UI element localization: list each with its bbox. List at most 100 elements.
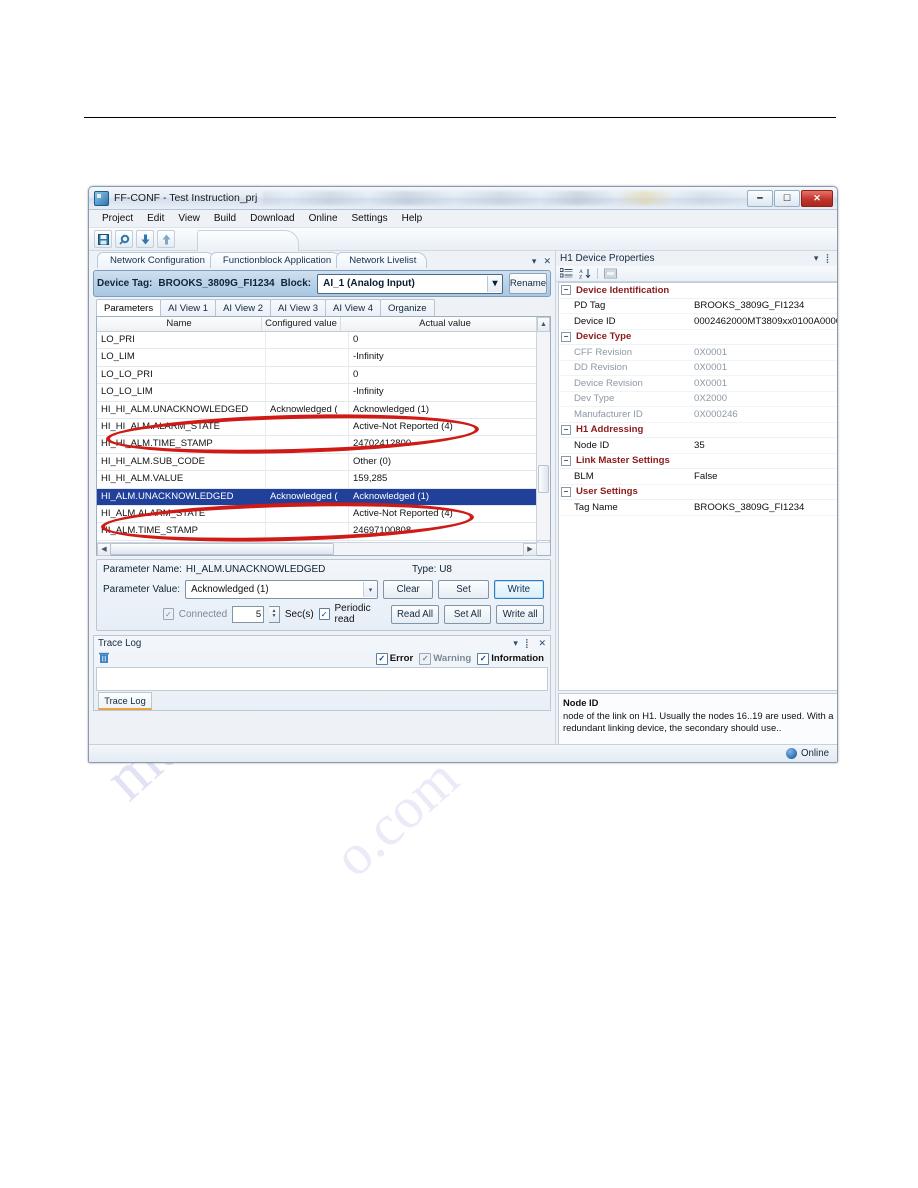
property-value[interactable]: 0002462000MT3809xx0100A00000: [692, 316, 837, 327]
table-row[interactable]: LO_PRI 0: [97, 332, 550, 350]
collapse-icon[interactable]: −: [561, 424, 571, 435]
clear-trace-button[interactable]: [98, 652, 110, 665]
categorized-view-button[interactable]: [559, 267, 574, 280]
pin-icon[interactable]: ⡇: [825, 253, 832, 264]
block-select[interactable]: AI_1 (Analog Input) ▾: [317, 273, 503, 294]
menu-item-help[interactable]: Help: [395, 212, 430, 225]
property-group-header[interactable]: − Link Master Settings: [559, 454, 837, 469]
table-row[interactable]: HI_ALM.ALARM_STATE Active-Not Reported (4…: [97, 505, 550, 524]
table-row[interactable]: LO_LIM -Infinity: [97, 349, 550, 367]
menu-item-build[interactable]: Build: [207, 212, 243, 225]
property-value[interactable]: False: [692, 471, 837, 482]
property-row[interactable]: Manufacturer ID 0X000246: [559, 407, 837, 423]
write-button[interactable]: Write: [493, 580, 545, 599]
upload-button[interactable]: [157, 230, 175, 248]
property-row[interactable]: PD Tag BROOKS_3809G_FI1234: [559, 299, 837, 314]
property-group-header[interactable]: − User Settings: [559, 485, 837, 500]
periodic-read-checkbox[interactable]: ✓: [318, 608, 330, 620]
tab-ai-view-2[interactable]: AI View 2: [215, 299, 272, 316]
save-button[interactable]: [94, 230, 112, 248]
property-group-header[interactable]: − H1 Addressing: [559, 423, 837, 438]
tab-ai-view-1[interactable]: AI View 1: [160, 299, 217, 316]
maximize-button[interactable]: ☐: [774, 189, 800, 207]
property-group-header[interactable]: − Device Identification: [559, 283, 837, 299]
scroll-left-button[interactable]: ◀: [97, 542, 111, 556]
property-value[interactable]: 0X000246: [692, 409, 837, 420]
tab-functionblock-application[interactable]: Functionblock Application: [209, 252, 343, 268]
rename-button[interactable]: Rename: [509, 273, 547, 294]
property-value[interactable]: 0X0001: [692, 347, 837, 358]
chevron-down-icon[interactable]: ▾: [362, 582, 377, 597]
close-icon[interactable]: ✕: [538, 638, 546, 649]
minimize-button[interactable]: ━: [747, 189, 773, 207]
table-row[interactable]: HI_ALM.UNACKNOWLEDGED Acknowledged (Ackno…: [97, 488, 550, 506]
chevron-down-icon[interactable]: ▾: [814, 253, 819, 264]
property-value[interactable]: 35: [692, 440, 837, 451]
read-all-button[interactable]: Read All: [391, 604, 439, 624]
table-row[interactable]: LO_LO_LIM -Infinity: [97, 384, 550, 402]
tab-network-livelist[interactable]: Network Livelist: [336, 252, 428, 268]
set-all-button[interactable]: Set All: [443, 604, 492, 624]
property-group-header[interactable]: − Device Type: [559, 330, 837, 345]
menu-item-download[interactable]: Download: [243, 212, 301, 225]
parameter-table-horizontal-scrollbar[interactable]: ◀ ▶: [97, 542, 550, 556]
filter-information-checkbox[interactable]: ✓: [477, 652, 490, 665]
table-row[interactable]: HI_HI_ALM.VALUE 159,285: [97, 471, 550, 489]
tab-ai-view-3[interactable]: AI View 3: [270, 299, 327, 316]
pin-icon[interactable]: ⡇: [525, 638, 532, 649]
interval-input[interactable]: 5: [232, 605, 265, 623]
clear-button[interactable]: Clear: [382, 580, 434, 599]
scroll-right-button[interactable]: ▶: [523, 542, 537, 556]
parameter-value-select[interactable]: Acknowledged (1) ▾: [185, 580, 378, 599]
chevron-down-icon[interactable]: ▾: [532, 256, 537, 267]
property-row[interactable]: Tag Name BROOKS_3809G_FI1234: [559, 500, 837, 516]
table-row[interactable]: HI_HI_ALM.SUB_CODE Other (0): [97, 453, 550, 472]
tab-ai-view-4[interactable]: AI View 4: [325, 299, 381, 316]
close-icon[interactable]: ✕: [543, 256, 551, 267]
stepper-down-icon[interactable]: ▼: [272, 614, 277, 619]
property-row[interactable]: DD Revision 0X0001: [559, 361, 837, 376]
set-button[interactable]: Set: [438, 580, 489, 599]
alphabetical-sort-button[interactable]: A Z: [577, 267, 592, 280]
close-button[interactable]: ✕: [801, 189, 833, 207]
filter-error-checkbox[interactable]: ✓: [375, 652, 388, 665]
property-value[interactable]: BROOKS_3809G_FI1234: [692, 300, 837, 311]
interval-stepper[interactable]: ▲ ▼: [269, 605, 280, 623]
collapse-icon[interactable]: −: [561, 486, 571, 497]
tab-organize[interactable]: Organize: [379, 299, 435, 316]
property-value[interactable]: 0X0001: [692, 362, 837, 373]
table-row[interactable]: HI_HI_ALM.UNACKNOWLEDGED Acknowledged (Ac…: [97, 401, 550, 419]
menu-item-settings[interactable]: Settings: [345, 212, 395, 225]
table-row[interactable]: HI_HI_ALM.ALARM_STATE Active-Not Reported…: [97, 418, 550, 437]
chevron-down-icon[interactable]: ▾: [487, 275, 502, 292]
parameter-table-vertical-scrollbar[interactable]: ▲ ▼: [536, 317, 550, 555]
filter-warning-checkbox[interactable]: ✓: [419, 652, 432, 665]
menu-item-online[interactable]: Online: [302, 212, 345, 225]
table-row[interactable]: HI_HI_ALM.TIME_STAMP 24702412800: [97, 436, 550, 454]
filter-error[interactable]: ✓ Error: [375, 652, 413, 665]
column-header-name[interactable]: Name: [97, 317, 262, 331]
collapse-icon[interactable]: −: [561, 285, 571, 296]
collapse-icon[interactable]: −: [561, 331, 571, 342]
property-row[interactable]: Device ID 0002462000MT3809xx0100A00000: [559, 314, 837, 330]
property-row[interactable]: Dev Type 0X2000: [559, 392, 837, 407]
tab-network-configuration[interactable]: Network Configuration: [97, 252, 216, 268]
filter-warning[interactable]: ✓ Warning: [419, 652, 471, 665]
tab-parameters[interactable]: Parameters: [96, 299, 162, 316]
trace-log-tab[interactable]: Trace Log: [98, 692, 152, 710]
property-value[interactable]: 0X2000: [692, 393, 837, 404]
filter-information[interactable]: ✓ Information: [477, 652, 544, 665]
scroll-up-button[interactable]: ▲: [537, 317, 550, 332]
property-row[interactable]: CFF Revision 0X0001: [559, 345, 837, 361]
property-row[interactable]: Device Revision 0X0001: [559, 376, 837, 392]
table-row[interactable]: LO_LO_PRI 0: [97, 366, 550, 385]
chevron-down-icon[interactable]: ▾: [513, 638, 518, 649]
download-button[interactable]: [136, 230, 154, 248]
settings-button[interactable]: [115, 230, 133, 248]
write-all-button[interactable]: Write all: [496, 604, 544, 624]
menu-item-project[interactable]: Project: [95, 212, 140, 225]
collapse-icon[interactable]: −: [561, 455, 571, 466]
menu-item-edit[interactable]: Edit: [140, 212, 171, 225]
menu-item-view[interactable]: View: [171, 212, 207, 225]
property-value[interactable]: BROOKS_3809G_FI1234: [692, 502, 837, 513]
